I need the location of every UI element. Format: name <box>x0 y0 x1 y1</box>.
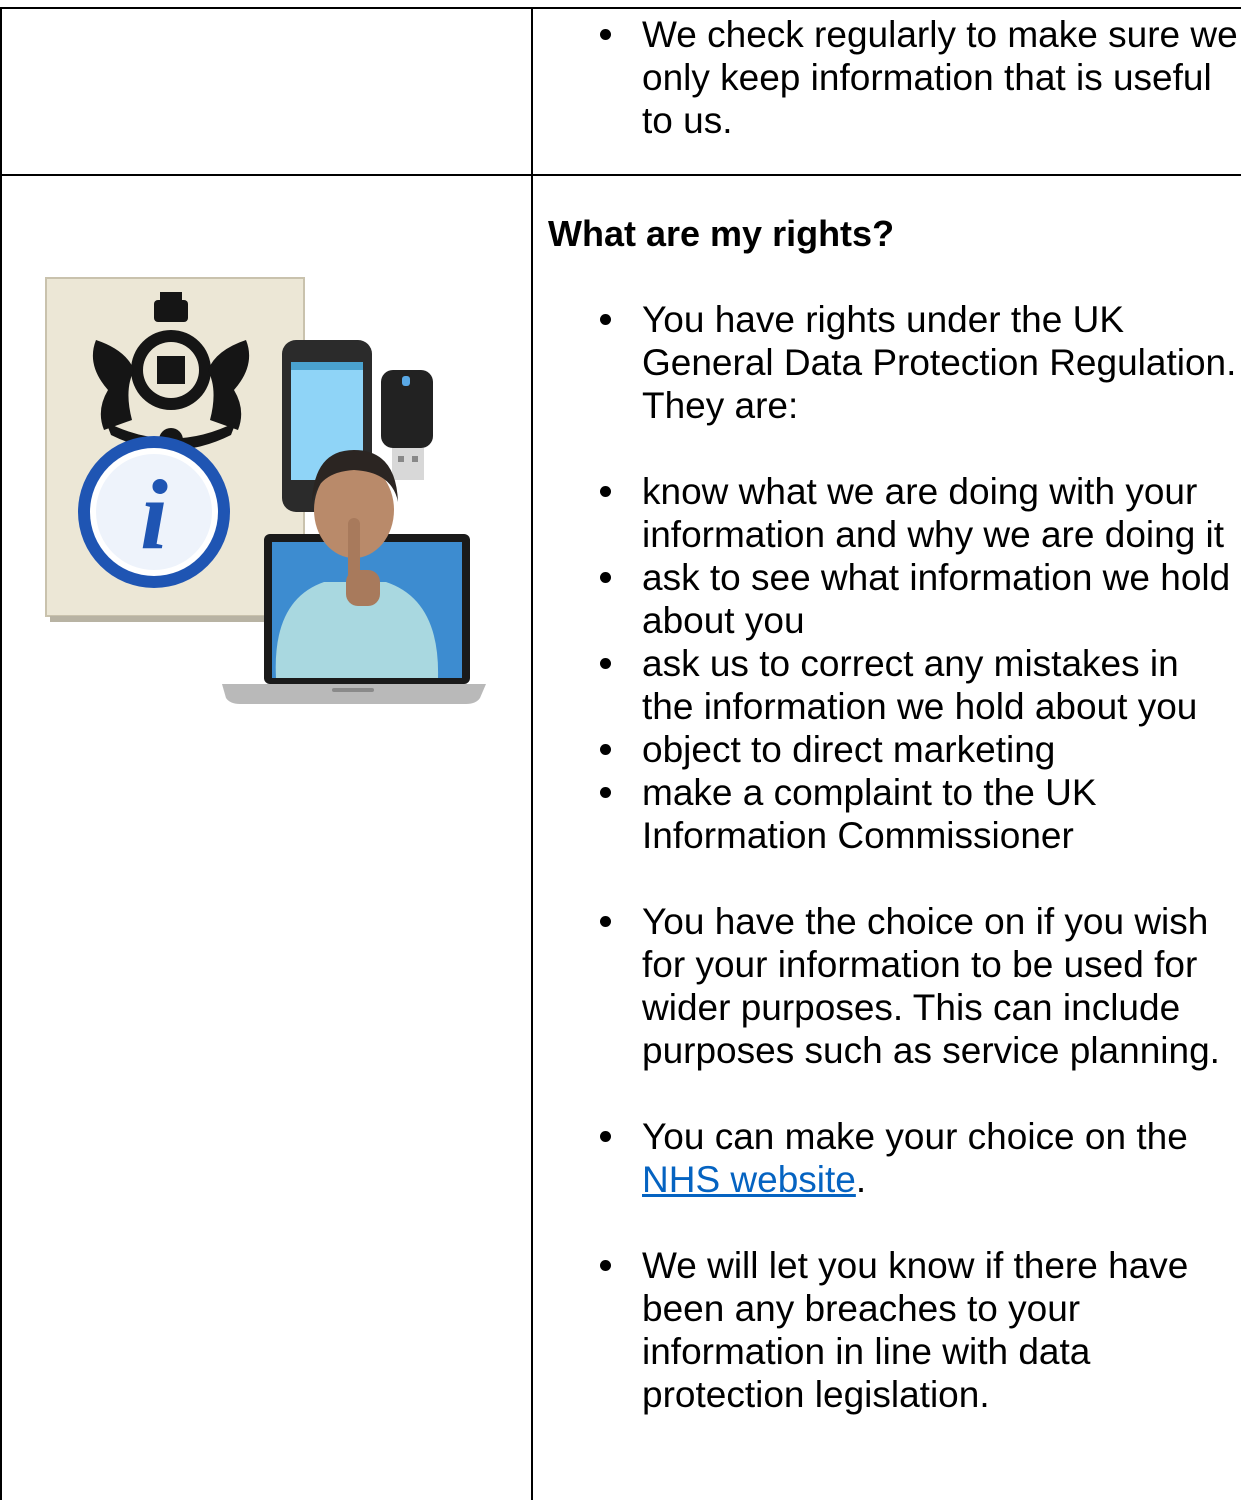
list-item: You have the choice on if you wish for y… <box>548 900 1238 1072</box>
top-cell-text: We check regularly to make sure we only … <box>548 13 1238 142</box>
info-icon: i <box>78 436 230 588</box>
table-left-border <box>0 7 2 1500</box>
table-top-border <box>0 7 1241 9</box>
list-item: You have rights under the UK General Dat… <box>548 298 1238 427</box>
nhs-choice-text: You can make your choice on the <box>642 1116 1188 1157</box>
list-item: ask to see what information we hold abou… <box>548 556 1238 642</box>
nhs-choice-list: You can make your choice on the NHS webs… <box>548 1115 1238 1201</box>
rights-illustration: i <box>36 270 486 720</box>
choice-list: You have the choice on if you wish for y… <box>548 900 1238 1072</box>
row-divider <box>0 174 1241 176</box>
usb-stick-icon <box>381 370 433 480</box>
list-item: ask us to correct any mistakes in the in… <box>548 642 1238 728</box>
breaches-list: We will let you know if there have been … <box>548 1244 1238 1416</box>
list-item: We will let you know if there have been … <box>548 1244 1238 1416</box>
rights-heading: What are my rights? <box>548 213 895 254</box>
list-item: You can make your choice on the NHS webs… <box>548 1115 1238 1201</box>
list-item: know what we are doing with your informa… <box>548 470 1238 556</box>
list-item: make a complaint to the UK Information C… <box>548 771 1238 857</box>
data-protection-illustration: i <box>45 277 486 704</box>
column-divider <box>531 7 533 1500</box>
list-item: object to direct marketing <box>548 728 1238 771</box>
rights-cell-text: What are my rights? You have rights unde… <box>548 212 1238 1416</box>
top-bullet-list: We check regularly to make sure we only … <box>548 13 1238 142</box>
svg-text:i: i <box>140 459 168 570</box>
content-table: We check regularly to make sure we only … <box>0 0 1241 1500</box>
rights-intro-list: You have rights under the UK General Dat… <box>548 298 1238 427</box>
nhs-website-link[interactable]: NHS website <box>642 1159 856 1200</box>
rights-list: know what we are doing with your informa… <box>548 470 1238 857</box>
nhs-choice-period: . <box>855 1159 867 1200</box>
list-item: We check regularly to make sure we only … <box>548 13 1238 142</box>
